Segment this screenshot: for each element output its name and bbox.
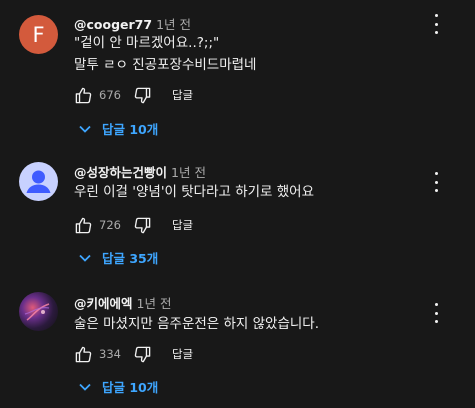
comment-header: @성장하는건빵이 1년 전 xyxy=(74,162,206,181)
reply-button[interactable]: 답글 xyxy=(172,87,193,103)
chevron-down-icon xyxy=(79,121,91,136)
comment-header: @cooger77 1년 전 xyxy=(74,14,191,33)
comment-text: 우린 이걸 '양념'이 탓다라고 하기로 했어요 xyxy=(74,181,314,203)
comment-actions: 334 답글 xyxy=(74,344,193,364)
reply-button[interactable]: 답글 xyxy=(172,217,193,233)
comment-actions: 676 답글 xyxy=(74,85,193,105)
thumbs-up-icon[interactable] xyxy=(74,86,93,105)
thumbs-up-icon[interactable] xyxy=(74,345,93,364)
avatar-letter: F xyxy=(32,22,45,47)
more-actions-icon[interactable] xyxy=(430,172,442,192)
thumbs-down-icon[interactable] xyxy=(133,345,152,364)
thumbs-up-icon[interactable] xyxy=(74,216,93,235)
chevron-down-icon xyxy=(79,379,91,394)
avatar[interactable]: F xyxy=(19,15,58,54)
comment-time[interactable]: 1년 전 xyxy=(171,165,206,180)
comment-actions: 726 답글 xyxy=(74,215,193,235)
chevron-down-icon xyxy=(79,250,91,265)
avatar[interactable] xyxy=(19,292,58,331)
default-user-icon xyxy=(26,170,51,193)
avatar[interactable] xyxy=(19,162,58,201)
replies-label: 답글 35개 xyxy=(102,250,159,266)
comment-text: "겉이 안 마르겠어요..?;;" 말투 ㄹㅇ 진공포장수비드마렵네 xyxy=(74,32,256,76)
like-count: 676 xyxy=(99,88,121,102)
author-name[interactable]: @키에에엑 xyxy=(74,296,133,311)
replies-label: 답글 10개 xyxy=(102,379,159,395)
view-replies-button[interactable]: 답글 35개 xyxy=(79,247,158,267)
more-actions-icon[interactable] xyxy=(430,14,442,34)
view-replies-button[interactable]: 답글 10개 xyxy=(79,118,158,138)
replies-label: 답글 10개 xyxy=(102,121,159,137)
comment-time[interactable]: 1년 전 xyxy=(156,17,191,32)
author-name[interactable]: @성장하는건빵이 xyxy=(74,165,167,180)
reply-button[interactable]: 답글 xyxy=(172,346,193,362)
more-actions-icon[interactable] xyxy=(430,303,442,323)
comment-line: 술은 마셨지만 음주운전은 하지 않았습니다. xyxy=(74,316,320,332)
comment-text: 술은 마셨지만 음주운전은 하지 않았습니다. xyxy=(74,313,319,335)
like-count: 726 xyxy=(99,218,121,232)
comment-line: "겉이 안 마르겠어요..?;;" xyxy=(74,35,220,51)
comment-line: 말투 ㄹㅇ 진공포장수비드마렵네 xyxy=(74,57,257,73)
like-count: 334 xyxy=(99,347,121,361)
avatar-image-icon xyxy=(24,303,50,321)
comment-header: @키에에엑 1년 전 xyxy=(74,293,171,312)
author-name[interactable]: @cooger77 xyxy=(74,17,152,32)
comment-line: 우린 이걸 '양념'이 탓다라고 하기로 했어요 xyxy=(74,184,315,200)
comment-time[interactable]: 1년 전 xyxy=(137,296,172,311)
thumbs-down-icon[interactable] xyxy=(133,86,152,105)
view-replies-button[interactable]: 답글 10개 xyxy=(79,376,158,396)
thumbs-down-icon[interactable] xyxy=(133,216,152,235)
